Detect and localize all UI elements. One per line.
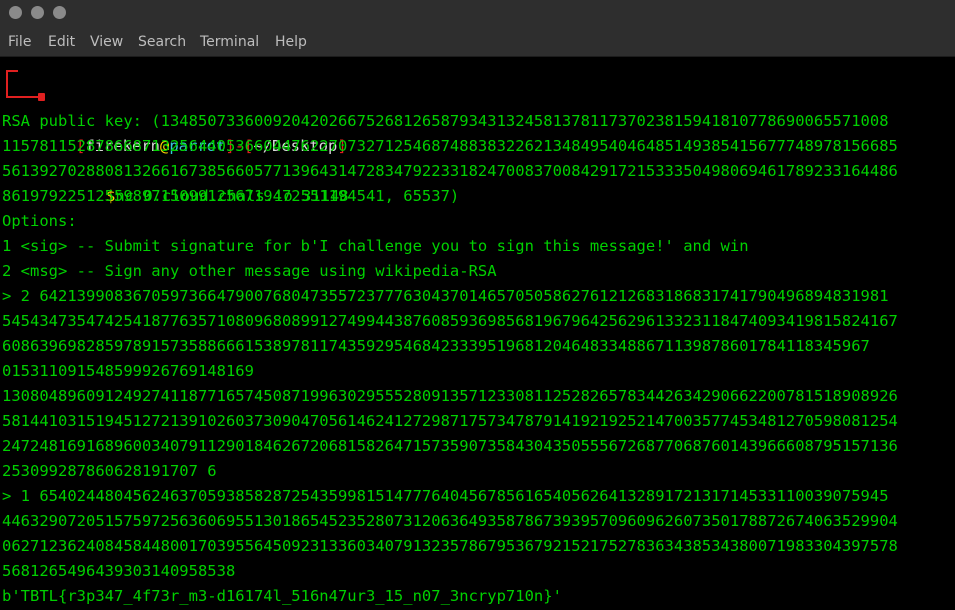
prompt-arrow-icon — [38, 93, 45, 101]
output-line: 5814410315194512721391026037309047056146… — [2, 412, 898, 430]
output-line: > 2 642139908367059736647900768047355723… — [2, 287, 889, 305]
terminal-content[interactable]: [firekern@parrot]-[~/Desktop] $nc 0.clou… — [0, 57, 955, 610]
output-line: 2472481691689600340791129018462672068158… — [2, 437, 898, 455]
menu-search[interactable]: Search — [138, 34, 186, 50]
output-line: > 1 654024480456246370593858287254359981… — [2, 487, 889, 505]
menu-terminal[interactable]: Terminal — [200, 34, 259, 50]
flag-output-line: b'TBTL{r3p347_4f73r_m3-d16174l_516n47ur3… — [2, 587, 562, 605]
prompt-frame — [6, 72, 8, 84]
output-line: 015311091548599926769148169 — [2, 362, 254, 380]
minimize-window-button[interactable] — [31, 6, 44, 19]
menu-file[interactable]: File — [8, 34, 31, 50]
menu-help[interactable]: Help — [275, 34, 307, 50]
output-line: 5613927028808132661673856605771396431472… — [2, 162, 898, 180]
output-line: 4463290720515759725636069551301865452352… — [2, 512, 898, 530]
menu-view[interactable]: View — [90, 34, 123, 50]
output-line: 5681265496439303140958538 — [2, 562, 236, 580]
output-line: RSA public key: (13485073360092042026675… — [2, 112, 889, 130]
command-line: $nc 0.cloud.chals.io 31148 — [0, 84, 955, 205]
maximize-window-button[interactable] — [53, 6, 66, 19]
menu-bar: File Edit View Search Terminal Help — [0, 28, 955, 57]
terminal-window: File Edit View Search Terminal Help [fir… — [0, 0, 955, 610]
output-line: 6086396982859789157358866615389781174359… — [2, 337, 870, 355]
output-line: 5454347354742541877635710809680899127499… — [2, 312, 898, 330]
output-line: 1157811528786687132564405366044762270732… — [2, 137, 898, 155]
output-line: 2 <msg> -- Sign any other message using … — [2, 262, 497, 280]
output-line: 253099287860628191707 6 — [2, 462, 217, 480]
menu-edit[interactable]: Edit — [48, 34, 75, 50]
output-line: 1 <sig> -- Submit signature for b'I chal… — [2, 237, 749, 255]
prompt-frame-horizontal — [6, 96, 40, 98]
output-line: 0627123624084584480017039556450923133603… — [2, 537, 898, 555]
output-line: 8619792251255989715099125671947255119454… — [2, 187, 460, 205]
prompt-frame-top — [6, 70, 18, 72]
output-line: Options: — [2, 212, 77, 230]
output-line: 1308048960912492741187716574508719963029… — [2, 387, 898, 405]
prompt-line: [firekern@parrot]-[~/Desktop] — [0, 59, 955, 155]
title-bar — [0, 0, 955, 28]
close-window-button[interactable] — [9, 6, 22, 19]
